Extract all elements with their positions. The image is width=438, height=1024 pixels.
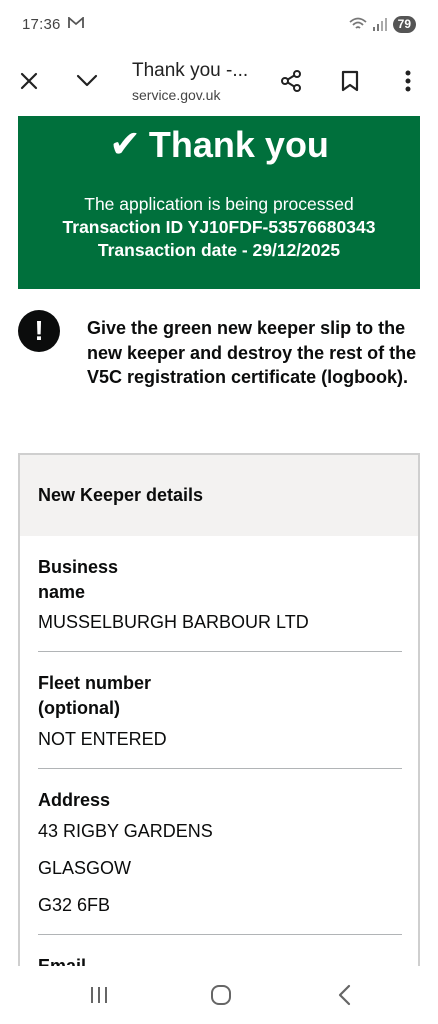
address-row: Address 43 RIGBY GARDENS GLASGOW G32 6FB <box>38 788 402 917</box>
status-time: 17:36 <box>22 15 61 33</box>
confirmation-panel: ✔ Thank you The application is being pro… <box>18 116 420 289</box>
business-name-value-row: MUSSELBURGH BARBOUR LTD <box>38 610 402 634</box>
business-name-label: Business name <box>38 557 119 602</box>
address-line-2: GLASGOW <box>38 857 132 878</box>
back-icon[interactable] <box>330 982 358 1008</box>
battery-indicator: 79 <box>392 15 416 33</box>
browser-toolbar: Thank you -... service.gov.uk <box>0 48 438 114</box>
row-divider <box>38 768 402 769</box>
close-icon[interactable] <box>9 61 49 101</box>
card-title: New Keeper details <box>20 455 418 536</box>
chevron-down-icon[interactable] <box>67 61 107 101</box>
fleet-number-value-row: NOT ENTERED <box>38 727 402 751</box>
gmail-icon <box>67 16 84 32</box>
address-label: Address <box>38 790 111 810</box>
page-content[interactable]: ✔ Thank you The application is being pro… <box>0 114 438 966</box>
transaction-date: Transaction date - 29/12/2025 <box>97 240 341 260</box>
panel-title: Thank you <box>148 123 329 165</box>
row-divider <box>38 934 402 935</box>
panel-body: The application is being processed Trans… <box>18 193 420 262</box>
share-icon[interactable] <box>271 61 311 101</box>
email-label: Email <box>38 956 87 966</box>
transaction-id: Transaction ID YJ10FDF-53576680343 <box>62 217 376 237</box>
new-keeper-summary-card: New Keeper details Business name MUSSELB… <box>18 453 420 966</box>
row-divider <box>38 651 402 652</box>
wifi-icon <box>349 17 367 29</box>
fleet-number-value: NOT ENTERED <box>38 729 167 749</box>
address-line-3: G32 6FB <box>38 894 111 915</box>
more-vert-icon[interactable] <box>388 61 428 101</box>
signal-icon <box>372 17 387 31</box>
business-name-value: MUSSELBURGH BARBOUR LTD <box>38 612 309 632</box>
warning-icon: ! <box>18 310 60 352</box>
address-line-1: 43 RIGBY GARDENS <box>38 820 213 841</box>
recent-apps-icon[interactable] <box>85 982 113 1008</box>
status-bar: 17:36 79 <box>0 0 438 48</box>
email-row: Email <box>38 954 402 966</box>
home-icon[interactable] <box>207 982 235 1008</box>
system-nav-bar <box>0 966 438 1024</box>
bookmark-icon[interactable] <box>330 61 370 101</box>
processing-status: The application is being processed <box>84 194 354 214</box>
panel-heading: ✔ Thank you <box>18 122 420 167</box>
fleet-number-row: Fleet number (optional) <box>38 671 178 720</box>
warning-message: Give the green new keeper slip to the ne… <box>87 318 417 387</box>
tab-title[interactable]: Thank you -... <box>132 60 248 82</box>
check-icon: ✔ <box>109 124 141 166</box>
business-name-row: Business name <box>38 555 148 604</box>
fleet-number-label: Fleet number (optional) <box>38 673 152 718</box>
page-url[interactable]: service.gov.uk <box>132 87 220 103</box>
